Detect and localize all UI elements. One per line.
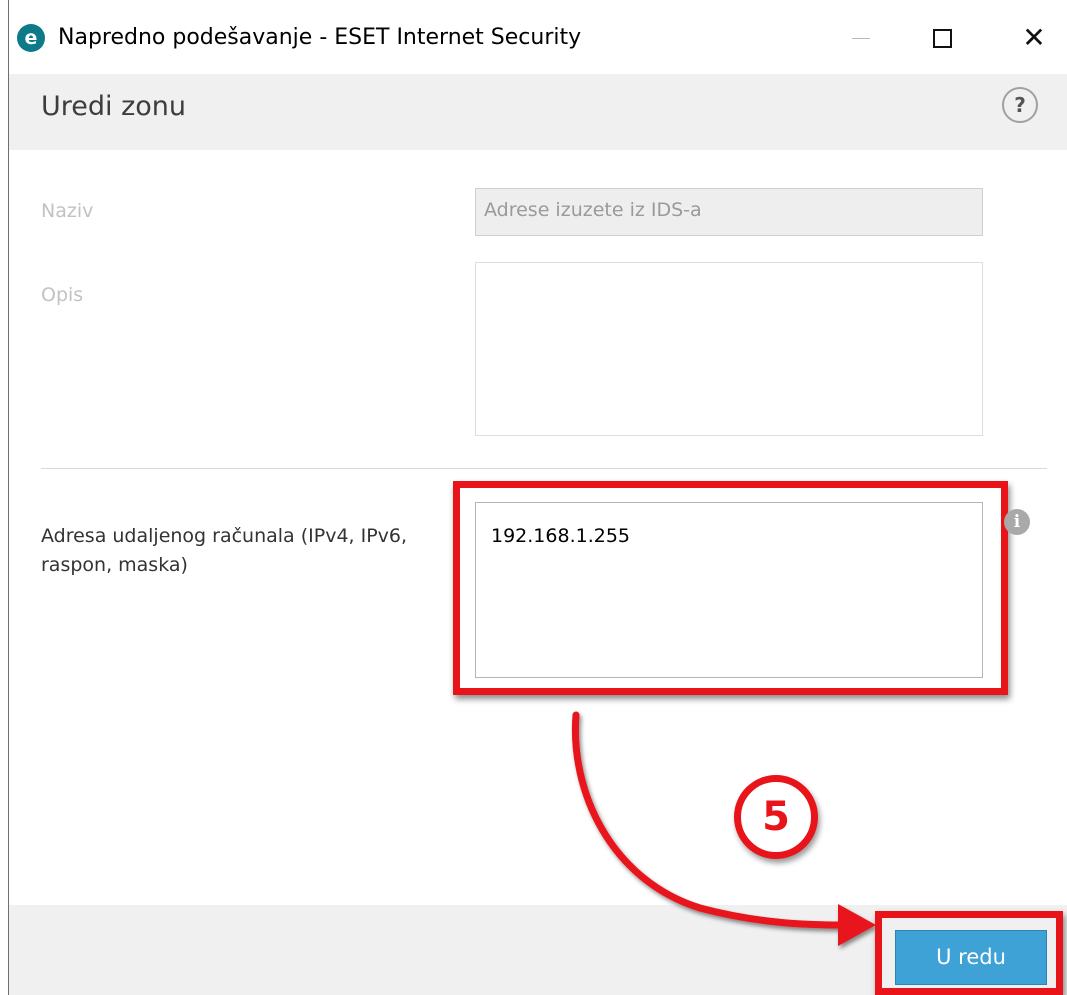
info-icon[interactable]: i [1004, 509, 1030, 535]
description-label: Opis [41, 284, 84, 306]
description-field[interactable] [475, 262, 983, 436]
name-field[interactable]: Adrese izuzete iz IDS-a [475, 188, 983, 236]
step-number-badge: 5 [734, 775, 818, 859]
help-icon[interactable]: ? [1002, 87, 1038, 123]
name-label: Naziv [41, 200, 94, 222]
minimize-icon [852, 37, 870, 39]
maximize-icon [932, 28, 952, 48]
section-divider [41, 468, 1047, 469]
window-title: Napredno podešavanje - ESET Internet Sec… [58, 25, 582, 50]
close-icon: ✕ [1022, 21, 1046, 54]
address-label: Adresa udaljenog računala (IPv4, IPv6, r… [41, 525, 408, 576]
ok-button[interactable]: U redu [895, 930, 1047, 985]
minimize-button[interactable] [831, 10, 891, 66]
dialog-header: Uredi zonu ? [9, 74, 1067, 150]
close-button[interactable]: ✕ [1004, 10, 1064, 66]
page-title: Uredi zonu [41, 91, 187, 122]
address-highlight-frame [453, 481, 1008, 695]
dialog-window: e Napredno podešavanje - ESET Internet S… [8, 0, 1067, 995]
maximize-button[interactable] [912, 10, 972, 66]
title-bar[interactable]: e Napredno podešavanje - ESET Internet S… [9, 0, 1067, 74]
eset-logo-icon: e [17, 24, 45, 52]
